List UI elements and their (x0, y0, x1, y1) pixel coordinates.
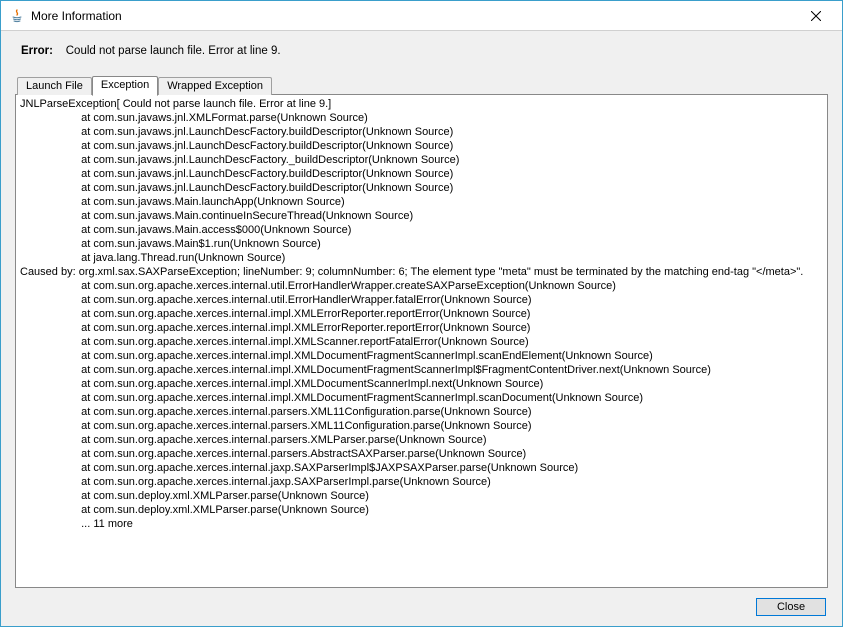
close-button[interactable]: Close (756, 598, 826, 616)
java-icon (9, 8, 25, 24)
tab-launch-file[interactable]: Launch File (17, 77, 92, 95)
close-icon (811, 11, 821, 21)
content-area: Error: Could not parse launch file. Erro… (1, 31, 842, 626)
titlebar: More Information (1, 1, 842, 31)
button-row: Close (15, 588, 828, 616)
exception-panel: JNLParseException[ Could not parse launc… (15, 94, 828, 588)
close-window-button[interactable] (793, 1, 838, 30)
tab-exception[interactable]: Exception (92, 76, 158, 96)
error-summary: Error: Could not parse launch file. Erro… (15, 45, 828, 57)
error-label: Error: (21, 45, 53, 57)
error-message: Could not parse launch file. Error at li… (66, 45, 281, 57)
tab-wrapped-exception[interactable]: Wrapped Exception (158, 77, 272, 95)
stacktrace-text[interactable]: JNLParseException[ Could not parse launc… (16, 95, 827, 533)
tabs-row: Launch File Exception Wrapped Exception (15, 75, 828, 94)
window-title: More Information (31, 9, 793, 23)
